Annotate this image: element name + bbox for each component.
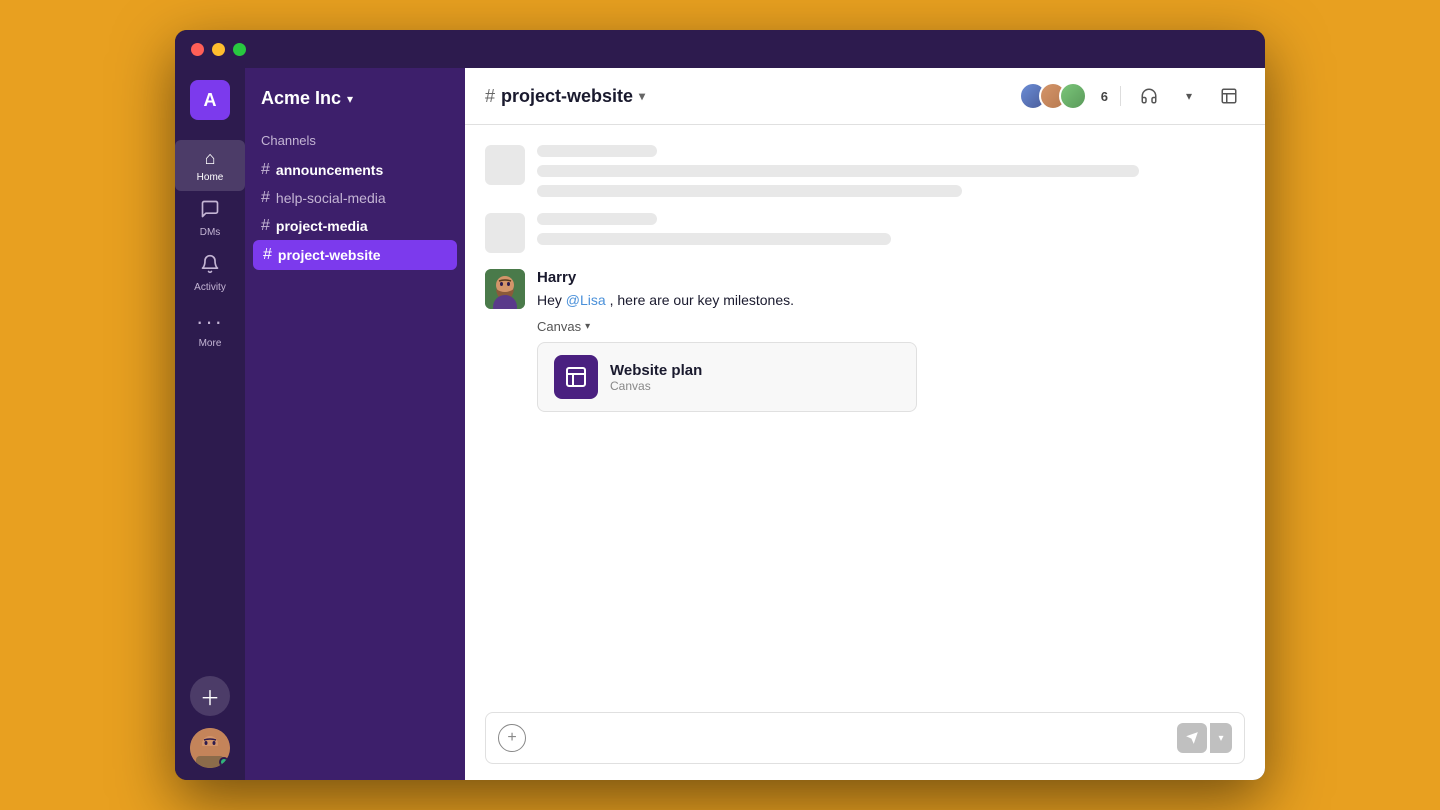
skeleton-line [537, 233, 891, 245]
member-count: 6 [1101, 89, 1108, 104]
workspace-header[interactable]: Acme Inc ▾ [245, 68, 465, 125]
send-area: ▾ [1177, 723, 1232, 753]
channel-item-project-website[interactable]: # project-website [253, 240, 457, 270]
channel-name: announcements [276, 162, 383, 178]
activity-icon [200, 254, 220, 279]
message-input[interactable] [534, 730, 1169, 746]
harry-avatar [485, 269, 525, 309]
message-harry: Harry Hey @Lisa , here are our key miles… [485, 269, 1245, 412]
header-actions: 6 ▾ [1019, 80, 1245, 112]
channel-chevron[interactable]: ▾ [639, 89, 645, 103]
channel-name: project-website [278, 247, 381, 263]
canvas-attachment-title: Website plan [610, 362, 900, 379]
channel-name: project-media [276, 218, 368, 234]
channel-sidebar: Acme Inc ▾ Channels # announcements # he… [245, 68, 465, 780]
chat-main: # project-website ▾ 6 [465, 68, 1265, 780]
chat-messages: Harry Hey @Lisa , here are our key miles… [465, 125, 1265, 700]
canvas-attachment[interactable]: Website plan Canvas [537, 342, 917, 412]
mention-link[interactable]: @Lisa [566, 292, 606, 308]
canvas-button[interactable] [1213, 80, 1245, 112]
home-icon: ⌂ [205, 148, 216, 169]
hash-icon: # [263, 246, 272, 264]
skeleton-content [537, 145, 1245, 197]
home-label: Home [197, 172, 224, 183]
text-before: Hey [537, 292, 566, 308]
channel-item-announcements[interactable]: # announcements [245, 156, 465, 184]
huddle-button[interactable] [1133, 80, 1165, 112]
minimize-button[interactable] [212, 43, 225, 56]
hash-icon: # [261, 217, 270, 235]
send-dropdown-button[interactable]: ▾ [1210, 723, 1232, 753]
titlebar [175, 30, 1265, 68]
send-button[interactable] [1177, 723, 1207, 753]
icon-sidebar: A ⌂ Home DMs [175, 68, 245, 780]
skeleton-message-1 [485, 145, 1245, 197]
maximize-button[interactable] [233, 43, 246, 56]
skeleton-line [537, 185, 962, 197]
hash-icon: # [261, 161, 270, 179]
chat-header: # project-website ▾ 6 [465, 68, 1265, 125]
app-window: A ⌂ Home DMs [175, 30, 1265, 780]
nav-item-activity[interactable]: Activity [175, 246, 245, 301]
traffic-lights [191, 43, 246, 56]
nav-item-home[interactable]: ⌂ Home [175, 140, 245, 191]
more-actions-button[interactable]: ▾ [1173, 80, 1205, 112]
chat-title: # project-website ▾ [485, 86, 645, 107]
skeleton-line [537, 165, 1139, 177]
online-indicator [219, 757, 229, 767]
more-label: More [199, 338, 222, 349]
canvas-attachment-subtitle: Canvas [610, 379, 900, 393]
chat-input-area: + ▾ [465, 700, 1265, 780]
channel-item-help-social[interactable]: # help-social-media [245, 184, 465, 212]
main-content: A ⌂ Home DMs [175, 68, 1265, 780]
workspace-avatar[interactable]: A [190, 80, 230, 120]
nav-item-more[interactable]: ··· More [175, 301, 245, 357]
skeleton-line [537, 145, 657, 157]
header-divider [1120, 86, 1121, 106]
sender-name: Harry [537, 269, 1245, 286]
dms-label: DMs [200, 227, 221, 238]
channel-hash-icon: # [485, 86, 495, 107]
workspace-name: Acme Inc [261, 88, 341, 109]
canvas-arrow-icon: ▾ [585, 321, 590, 332]
skeleton-avatar [485, 145, 525, 185]
canvas-attachment-icon [554, 355, 598, 399]
canvas-info: Website plan Canvas [610, 362, 900, 393]
attach-button[interactable]: + [498, 724, 526, 752]
channel-item-project-media[interactable]: # project-media [245, 212, 465, 240]
chevron-down-icon: ▾ [1186, 89, 1192, 103]
member-avatars[interactable] [1019, 82, 1087, 110]
canvas-text: Canvas [537, 319, 581, 334]
add-workspace-button[interactable]: ＋ [190, 676, 230, 716]
workspace-dropdown-arrow: ▾ [347, 92, 353, 106]
skeleton-avatar [485, 213, 525, 253]
send-chevron-icon: ▾ [1218, 733, 1223, 744]
chat-channel-name: project-website [501, 86, 633, 107]
close-button[interactable] [191, 43, 204, 56]
canvas-label[interactable]: Canvas ▾ [537, 319, 1245, 334]
activity-label: Activity [194, 282, 226, 293]
plus-icon: + [507, 729, 516, 747]
channel-name: help-social-media [276, 190, 386, 206]
hash-icon: # [261, 189, 270, 207]
member-avatar-3 [1059, 82, 1087, 110]
text-after: , here are our key milestones. [610, 292, 794, 308]
message-body: Harry Hey @Lisa , here are our key miles… [537, 269, 1245, 412]
skeleton-message-2 [485, 213, 1245, 253]
skeleton-line [537, 213, 657, 225]
dms-icon [200, 199, 220, 224]
chat-input-box: + ▾ [485, 712, 1245, 764]
skeleton-content [537, 213, 1245, 245]
user-avatar[interactable] [190, 728, 230, 768]
message-text: Hey @Lisa , here are our key milestones. [537, 290, 1245, 311]
channels-section-label: Channels [245, 125, 465, 156]
nav-item-dms[interactable]: DMs [175, 191, 245, 246]
more-icon: ··· [196, 309, 224, 335]
